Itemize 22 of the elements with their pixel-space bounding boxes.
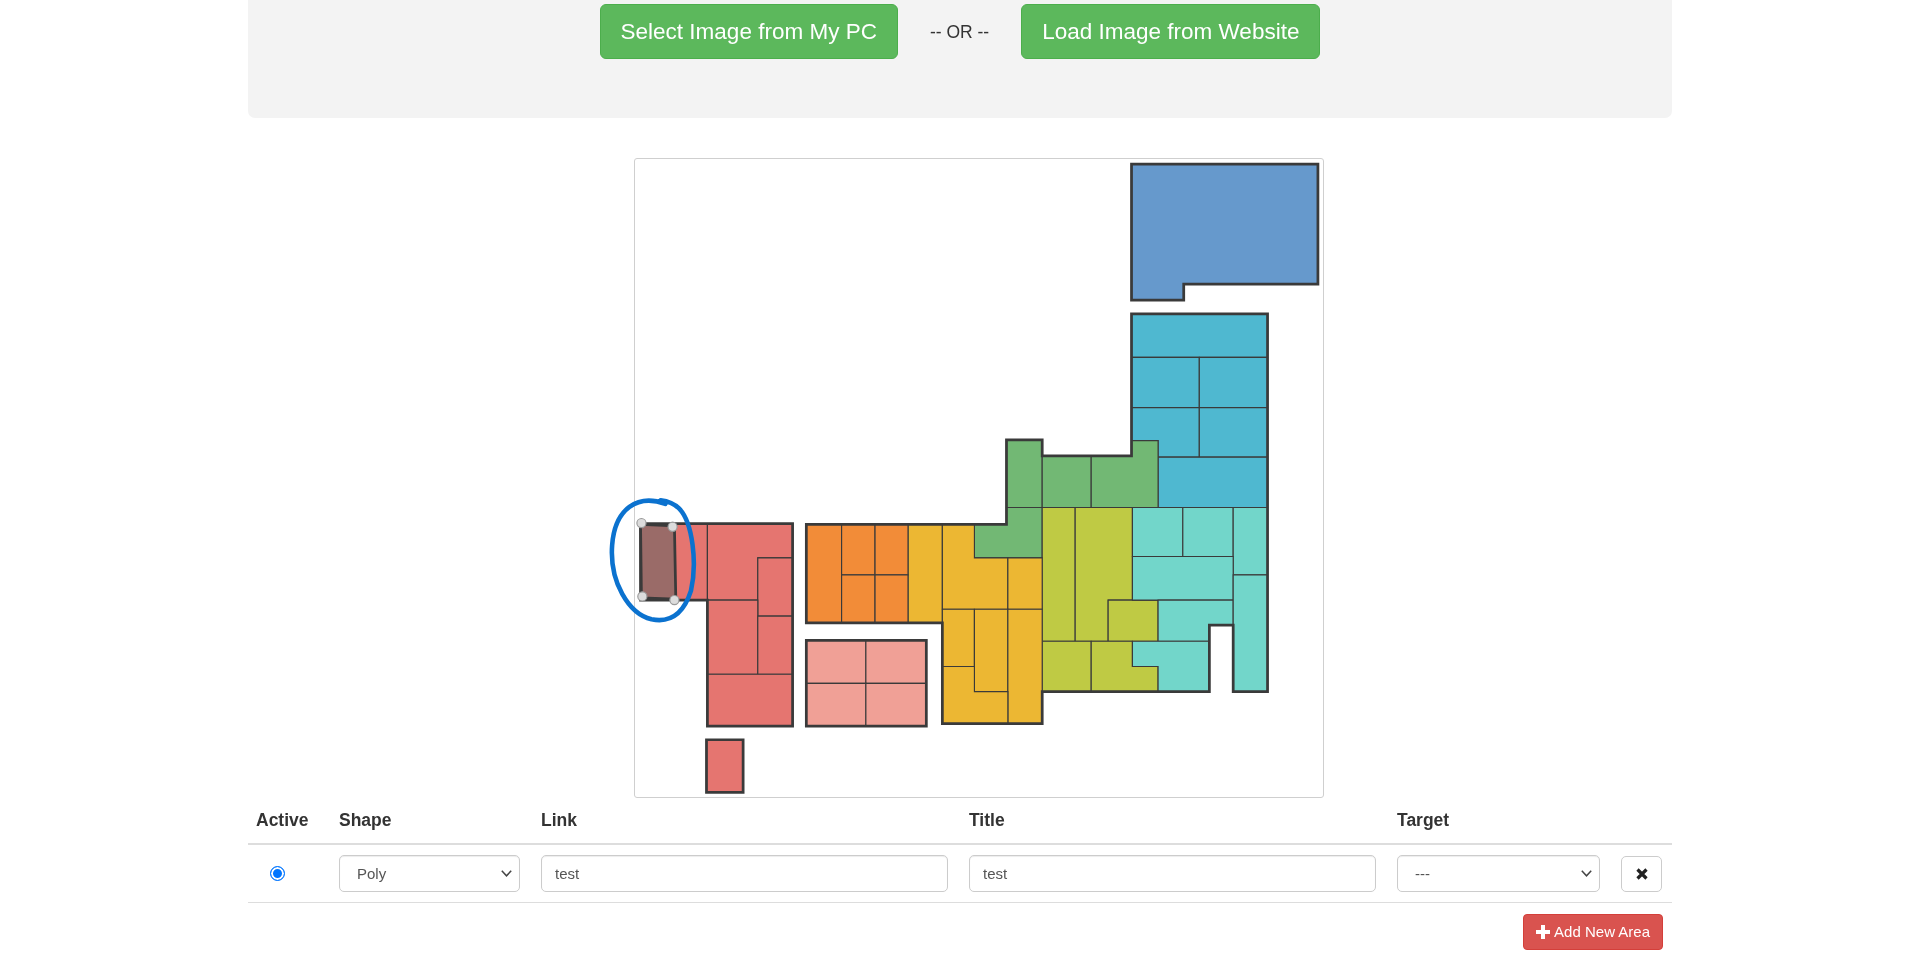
active-radio[interactable] [270, 866, 285, 881]
add-area-button[interactable]: Add New Area [1523, 914, 1663, 950]
close-icon [1635, 867, 1648, 880]
separator-text: -- OR -- [929, 20, 990, 43]
column-header: Target [1397, 809, 1450, 832]
handle-icon[interactable] [636, 517, 647, 529]
handle-icon[interactable] [637, 591, 648, 602]
selected-area-shape[interactable] [639, 523, 678, 601]
link-input[interactable]: test [541, 855, 948, 892]
handle-icon[interactable] [669, 594, 680, 606]
target-dropdown[interactable]: --- [1397, 855, 1600, 892]
shape-dropdown[interactable]: Poly [339, 855, 520, 892]
title-input[interactable]: test [969, 855, 1376, 892]
column-header: Link [541, 809, 577, 832]
chevron-down-icon [1581, 870, 1592, 877]
plus-icon [1536, 925, 1551, 939]
handle-icon[interactable] [667, 521, 678, 532]
column-header: Title [969, 809, 1005, 832]
delete-button[interactable] [1621, 855, 1662, 892]
chevron-down-icon [501, 870, 512, 877]
column-header: Active [256, 809, 309, 832]
column-header: Shape [339, 809, 392, 832]
